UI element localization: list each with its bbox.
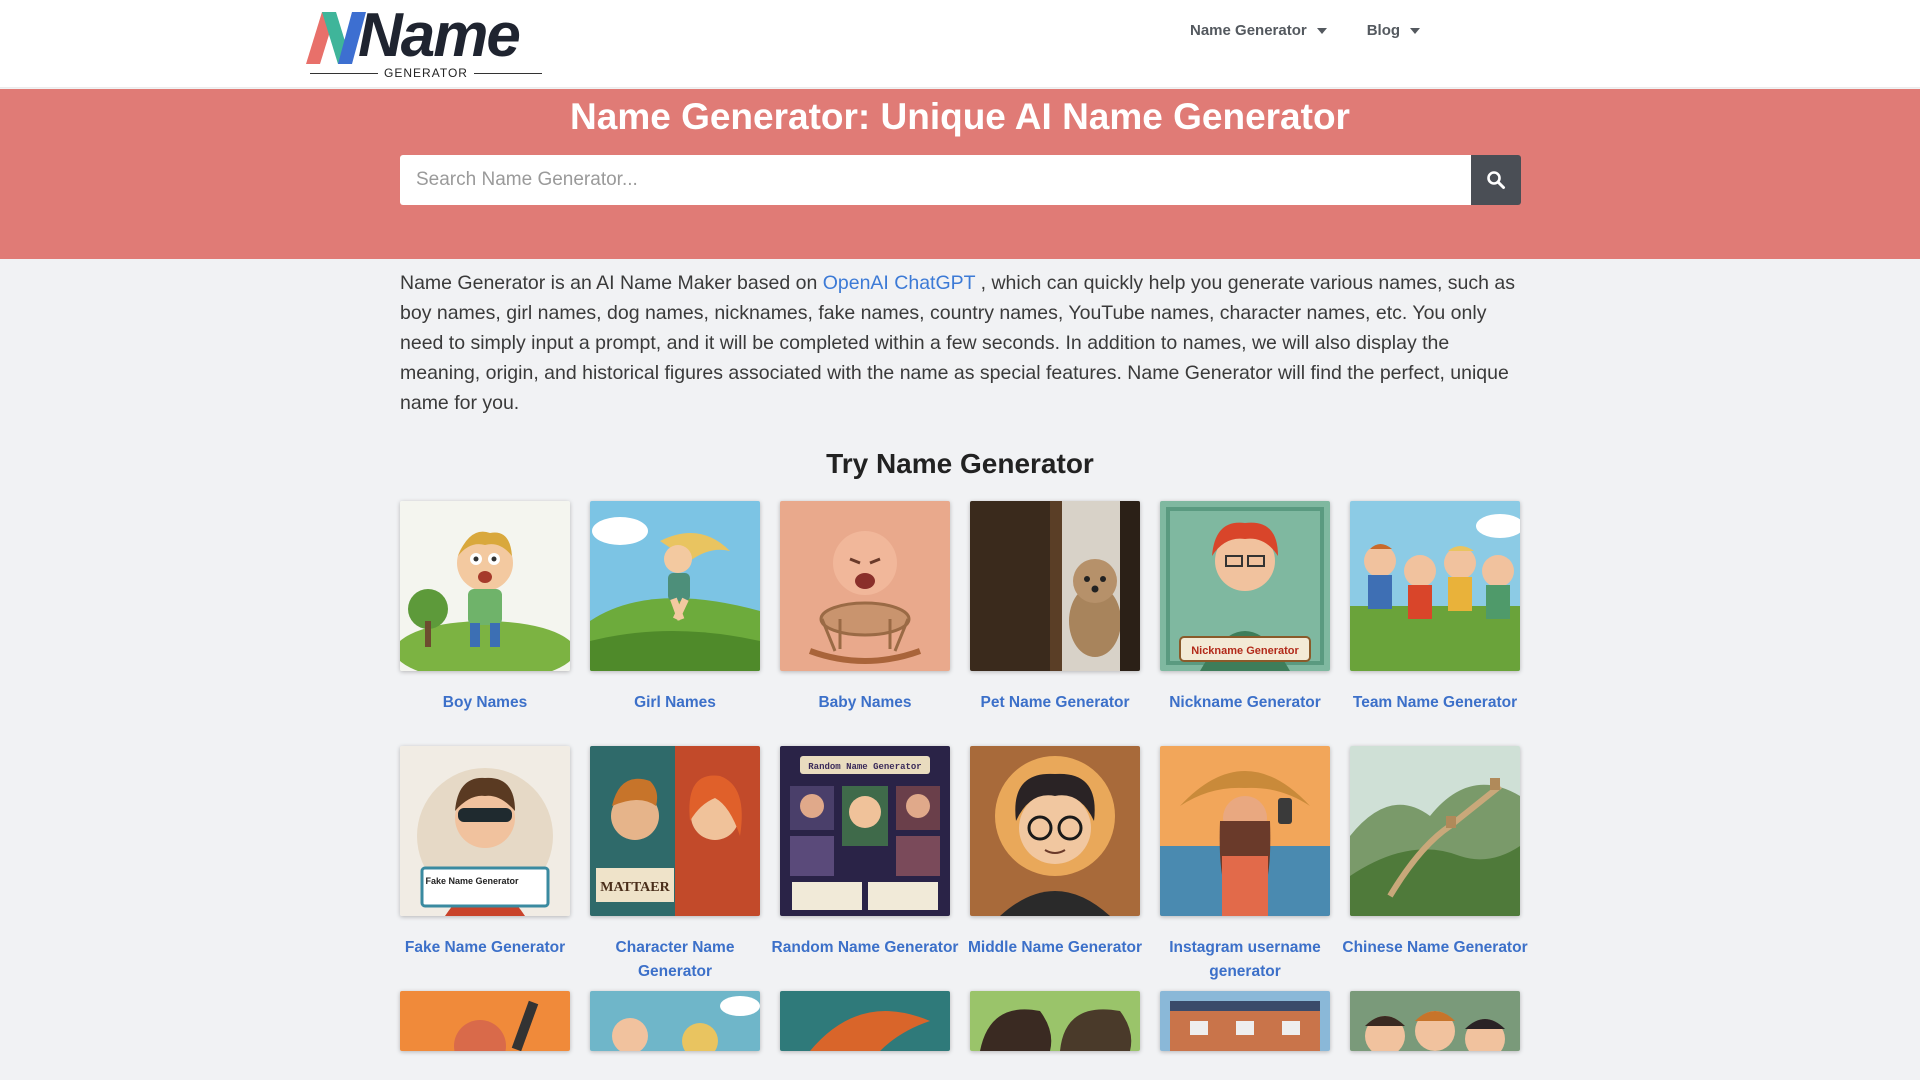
search-icon	[1487, 171, 1505, 189]
partial-image	[1350, 991, 1520, 1051]
caret-down-icon	[1410, 27, 1421, 34]
card-random-name-generator[interactable]: Random Name Generator Random Name Genera…	[772, 746, 958, 991]
card-pet-name-generator[interactable]: Pet Name Generator	[970, 501, 1140, 746]
page-title: Name Generator: Unique AI Name Generator	[570, 96, 1350, 137]
site-header: Name GENERATOR Name Generator Blog	[0, 0, 1920, 88]
search-input[interactable]	[400, 155, 1471, 205]
partial-image	[780, 991, 950, 1051]
card-label[interactable]: Middle Name Generator	[960, 936, 1150, 960]
girl-names-image	[590, 501, 760, 671]
card-label[interactable]: Character Name Generator	[580, 936, 770, 984]
card-label[interactable]: Team Name Generator	[1340, 691, 1530, 715]
logo-subtitle: GENERATOR	[310, 66, 542, 80]
search-bar	[400, 155, 1521, 205]
card-team-name-generator[interactable]: Team Name Generator	[1350, 501, 1520, 746]
card-label[interactable]: Chinese Name Generator	[1340, 936, 1530, 960]
fake-name-image-text: Fake Name Generator	[425, 876, 519, 886]
card-label[interactable]: Fake Name Generator	[390, 936, 580, 960]
nav-item-name-generator[interactable]: Name Generator	[1190, 22, 1327, 39]
site-logo[interactable]: Name GENERATOR	[306, 1, 546, 82]
card-partial[interactable]	[1350, 991, 1520, 1051]
pet-name-image	[970, 501, 1140, 671]
random-name-image-text: Random Name Generator	[808, 762, 921, 772]
card-label[interactable]: Random Name Generator	[770, 936, 960, 960]
card-fake-name-generator[interactable]: Fake Name Generator Fake Name Generator	[400, 746, 570, 991]
baby-names-image	[780, 501, 950, 671]
section-title: Try Name Generator	[826, 448, 1094, 479]
nickname-image: Nickname Generator	[1160, 501, 1330, 671]
partial-image	[590, 991, 760, 1051]
card-partial[interactable]	[780, 991, 950, 1051]
card-label[interactable]: Nickname Generator	[1150, 691, 1340, 715]
card-character-name-generator[interactable]: MATTAER Character Name Generator	[590, 746, 760, 991]
team-name-image	[1350, 501, 1520, 671]
random-name-image: Random Name Generator	[780, 746, 950, 916]
openai-chatgpt-link[interactable]: OpenAI ChatGPT	[823, 272, 975, 294]
intro-paragraph: Name Generator is an AI Name Maker based…	[400, 272, 1515, 414]
character-image-text: MATTAER	[600, 880, 670, 895]
character-name-image: MATTAER	[590, 746, 760, 916]
card-instagram-username-generator[interactable]: Instagram username generator	[1160, 746, 1330, 991]
generator-grid: Boy Names Girl Names Baby Names Pet Name…	[400, 501, 1528, 1051]
partial-image	[970, 991, 1140, 1051]
fake-name-image: Fake Name Generator	[400, 746, 570, 916]
card-middle-name-generator[interactable]: Middle Name Generator	[968, 746, 1142, 991]
card-label[interactable]: Boy Names	[390, 691, 580, 715]
card-partial[interactable]	[970, 991, 1140, 1051]
caret-down-icon	[1316, 27, 1327, 34]
partial-image	[1160, 991, 1330, 1051]
partial-image	[400, 991, 570, 1051]
card-chinese-name-generator[interactable]: Chinese Name Generator	[1342, 746, 1528, 991]
card-label[interactable]: Pet Name Generator	[960, 691, 1150, 715]
card-label[interactable]: Instagram username generator	[1150, 936, 1340, 984]
card-partial[interactable]	[400, 991, 570, 1051]
card-label[interactable]: Baby Names	[770, 691, 960, 715]
card-girl-names[interactable]: Girl Names	[590, 501, 760, 746]
middle-name-image	[970, 746, 1140, 916]
boy-names-image	[400, 501, 570, 671]
card-partial[interactable]	[590, 991, 760, 1051]
card-boy-names[interactable]: Boy Names	[400, 501, 570, 746]
card-baby-names[interactable]: Baby Names	[780, 501, 950, 746]
search-button[interactable]	[1471, 155, 1521, 205]
nav-item-blog[interactable]: Blog	[1367, 22, 1421, 39]
nickname-image-text: Nickname Generator	[1191, 645, 1299, 657]
card-partial[interactable]	[1160, 991, 1330, 1051]
card-nickname-generator[interactable]: Nickname Generator Nickname Generator	[1160, 501, 1330, 746]
instagram-username-image	[1160, 746, 1330, 916]
chinese-name-image	[1350, 746, 1520, 916]
main-nav: Name Generator Blog	[1190, 22, 1421, 39]
card-label[interactable]: Girl Names	[580, 691, 770, 715]
logo-wordmark: Name	[358, 1, 521, 70]
